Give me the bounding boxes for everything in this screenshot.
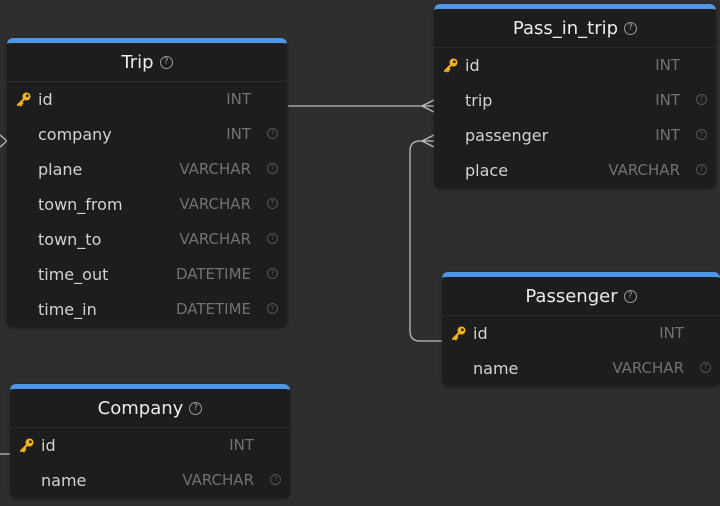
table-company[interactable]: Company ? id INT name VARCHAR? — [10, 384, 290, 498]
table-columns: id INT company INT? plane VARCHAR? town_from VA… — [7, 82, 287, 327]
primary-key-icon — [451, 325, 467, 341]
column-type: DATETIME — [175, 300, 251, 318]
column-type: VARCHAR — [182, 471, 254, 489]
column-row-passenger[interactable]: passenger INT? — [434, 118, 716, 153]
column-type: INT — [659, 324, 684, 342]
column-row-id[interactable]: id INT — [434, 48, 716, 83]
crowfoot-trip-company — [0, 134, 8, 148]
column-row-town-to[interactable]: town_to VARCHAR? — [7, 222, 287, 257]
column-name: id — [473, 324, 488, 343]
table-header: Company ? — [10, 389, 290, 428]
column-name: company — [38, 125, 112, 144]
column-info-icon[interactable]: ? — [267, 128, 278, 139]
table-title: Trip — [121, 51, 154, 73]
help-icon[interactable]: ? — [159, 55, 173, 69]
column-info-icon[interactable]: ? — [267, 268, 278, 279]
column-row-company[interactable]: company INT? — [7, 117, 287, 152]
column-row-time-in[interactable]: time_in DATETIME? — [7, 292, 287, 327]
column-name: plane — [38, 160, 83, 179]
column-row-town-from[interactable]: town_from VARCHAR? — [7, 187, 287, 222]
column-type: INT — [226, 125, 251, 143]
primary-key-icon — [443, 57, 459, 73]
column-type: VARCHAR — [608, 161, 680, 179]
column-name: id — [38, 90, 53, 109]
column-info-icon[interactable]: ? — [696, 129, 707, 140]
table-trip[interactable]: Trip ? id INT company INT? plane VARCHAR? town… — [7, 38, 287, 327]
help-icon[interactable]: ? — [623, 289, 637, 303]
table-title: Pass_in_trip — [512, 17, 619, 39]
table-columns: id INT name VARCHAR? — [442, 316, 720, 386]
column-type: VARCHAR — [612, 359, 684, 377]
table-columns: id INT trip INT? passenger INT? place VARCHAR? — [434, 48, 716, 188]
table-columns: id INT name VARCHAR? — [10, 428, 290, 498]
column-name: town_from — [38, 195, 123, 214]
column-type: INT — [655, 56, 680, 74]
column-row-time-out[interactable]: time_out DATETIME? — [7, 257, 287, 292]
column-name: time_out — [38, 265, 109, 284]
column-type: DATETIME — [175, 265, 251, 283]
help-icon[interactable]: ? — [189, 401, 203, 415]
column-name: id — [465, 56, 480, 75]
column-row-id[interactable]: id INT — [10, 428, 290, 463]
table-header: Passenger ? — [442, 277, 720, 316]
primary-key-icon — [19, 437, 35, 453]
primary-key-icon — [16, 91, 32, 107]
column-info-icon[interactable]: ? — [696, 94, 707, 105]
column-info-icon[interactable]: ? — [267, 198, 278, 209]
column-row-place[interactable]: place VARCHAR? — [434, 153, 716, 188]
column-name: name — [473, 359, 519, 378]
column-type: INT — [226, 90, 251, 108]
table-title: Company — [97, 397, 184, 419]
column-info-icon[interactable]: ? — [267, 303, 278, 314]
column-type: VARCHAR — [179, 230, 251, 248]
column-name: name — [41, 471, 87, 490]
column-info-icon[interactable]: ? — [696, 164, 707, 175]
column-name: id — [41, 436, 56, 455]
column-type: INT — [229, 436, 254, 454]
column-info-icon[interactable]: ? — [267, 163, 278, 174]
table-header: Trip ? — [7, 43, 287, 82]
column-info-icon[interactable]: ? — [700, 362, 711, 373]
column-type: VARCHAR — [179, 160, 251, 178]
column-name: passenger — [465, 126, 549, 145]
column-type: INT — [655, 91, 680, 109]
column-type: INT — [655, 126, 680, 144]
help-icon[interactable]: ? — [624, 21, 638, 35]
column-name: trip — [465, 91, 493, 110]
table-passenger[interactable]: Passenger ? id INT name VARCHAR? — [442, 272, 720, 386]
column-row-plane[interactable]: plane VARCHAR? — [7, 152, 287, 187]
column-name: time_in — [38, 300, 97, 319]
table-title: Passenger — [525, 285, 618, 307]
column-name: town_to — [38, 230, 102, 249]
column-row-id[interactable]: id INT — [442, 316, 720, 351]
column-row-name[interactable]: name VARCHAR? — [442, 351, 720, 386]
table-pass-in-trip[interactable]: Pass_in_trip ? id INT trip INT? passenger INT… — [434, 4, 716, 188]
column-type: VARCHAR — [179, 195, 251, 213]
table-header: Pass_in_trip ? — [434, 9, 716, 48]
column-info-icon[interactable]: ? — [267, 233, 278, 244]
column-name: place — [465, 161, 509, 180]
column-info-icon[interactable]: ? — [270, 474, 281, 485]
column-row-name[interactable]: name VARCHAR? — [10, 463, 290, 498]
column-row-trip[interactable]: trip INT? — [434, 83, 716, 118]
column-row-id[interactable]: id INT — [7, 82, 287, 117]
